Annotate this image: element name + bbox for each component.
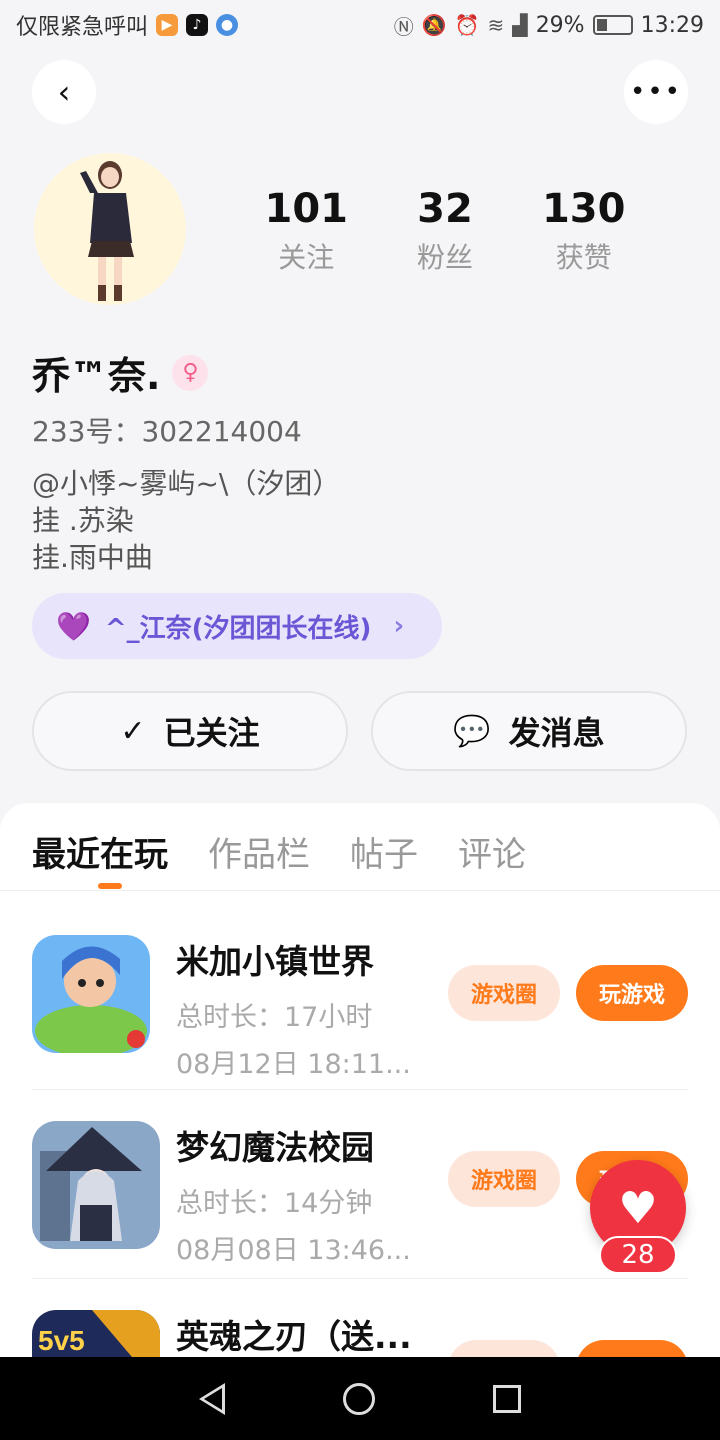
game-row[interactable]: 梦幻魔法校园 总时长：14分钟 08月08日 13:46... 游戏圈 玩游戏 xyxy=(32,1121,688,1267)
tab-posts[interactable]: 帖子 xyxy=(350,827,418,890)
play-game-button[interactable]: 玩游戏 xyxy=(576,965,688,1021)
bio-line: @小悸~雾屿~\（汐团） xyxy=(32,467,341,500)
tab-works[interactable]: 作品栏 xyxy=(208,827,310,890)
checkmark-icon: ✓ xyxy=(120,713,146,749)
stat-value: 101 xyxy=(264,186,348,232)
divider xyxy=(32,1089,688,1090)
tab-indicator xyxy=(98,883,122,889)
game-title: 英魂之刃（送... xyxy=(176,1317,412,1356)
female-gender-icon: ♀ xyxy=(172,354,209,391)
user-name: 乔™奈. xyxy=(32,354,161,398)
stat-followers[interactable]: 32 粉丝 xyxy=(417,186,473,276)
content-card: 最近在玩 作品栏 帖子 评论 米加小镇世界 总时长：17小时 08月12日 18… xyxy=(0,803,720,1440)
system-nav-bar xyxy=(0,1357,720,1440)
battery-percent: 29% xyxy=(535,12,585,38)
wifi-icon: ≋ xyxy=(487,13,505,37)
stat-likes[interactable]: 130 获赞 xyxy=(542,186,626,276)
double-heart-icon: 💜 xyxy=(56,609,91,643)
name-row: 乔™奈. ♀ xyxy=(32,345,209,400)
user-bio: @小悸~雾屿~\（汐团） 挂 .苏染 挂.雨中曲 xyxy=(32,465,340,576)
tab-comments[interactable]: 评论 xyxy=(458,827,526,890)
game-duration: 总时长：17小时 xyxy=(176,1002,373,1033)
more-options-button[interactable]: ••• xyxy=(624,60,688,124)
stat-label: 获赞 xyxy=(555,241,612,274)
nav-home-icon[interactable] xyxy=(343,1382,375,1415)
game-info: 梦幻魔法校园 总时长：14分钟 08月08日 13:46... xyxy=(176,1121,426,1267)
game-duration: 总时长：14分钟 xyxy=(176,1188,373,1219)
signal-icon: ▟ xyxy=(512,13,528,37)
game-title: 梦幻魔法校园 xyxy=(176,1128,374,1167)
battery-icon xyxy=(592,15,633,35)
game-circle-button[interactable]: 游戏圈 xyxy=(448,1151,560,1207)
game-title: 米加小镇世界 xyxy=(176,942,374,981)
avatar[interactable] xyxy=(34,153,186,305)
browser-icon: ● xyxy=(216,14,239,36)
game-row[interactable]: 米加小镇世界 总时长：17小时 08月12日 18:11... 游戏圈 玩游戏 xyxy=(32,935,688,1081)
alarm-icon: ⏰ xyxy=(454,13,480,37)
chevron-left-icon: ‹ xyxy=(57,73,71,111)
tab-bar: 最近在玩 作品栏 帖子 评论 xyxy=(0,803,720,891)
bio-line: 挂 .苏染 xyxy=(32,504,134,537)
game-icon-miga[interactable] xyxy=(32,935,150,1053)
clock: 13:29 xyxy=(640,12,704,38)
send-message-button[interactable]: 💬 发消息 xyxy=(371,691,687,771)
stat-label: 关注 xyxy=(278,241,335,274)
tab-recent-played[interactable]: 最近在玩 xyxy=(32,827,168,890)
send-message-label: 发消息 xyxy=(508,714,605,752)
followed-label: 已关注 xyxy=(163,714,260,752)
nav-recents-icon[interactable] xyxy=(493,1384,521,1413)
game-last-played: 08月12日 18:11... xyxy=(176,1049,411,1080)
user-id: 233号：302214004 xyxy=(32,415,302,448)
game-icon-magic-school[interactable] xyxy=(32,1121,160,1249)
game-last-played: 08月08日 13:46... xyxy=(176,1235,411,1266)
like-count: 28 xyxy=(599,1236,677,1274)
status-bar: 仅限紧急呼叫 ▶ ♪ ● Ⓝ 🔕 ⏰ ≋ ▟ 29% 13:29 xyxy=(0,0,720,50)
profile-stats: 101 关注 32 粉丝 130 获赞 xyxy=(230,186,660,276)
team-chip[interactable]: 💜 ^_江奈(汐团团长在线) › xyxy=(32,593,442,659)
divider xyxy=(32,1278,688,1279)
nfc-icon: Ⓝ xyxy=(393,14,414,39)
carrier-text: 仅限紧急呼叫 xyxy=(16,15,149,40)
bio-line: 挂.雨中曲 xyxy=(32,541,153,574)
followed-button[interactable]: ✓ 已关注 xyxy=(32,691,348,771)
stat-label: 粉丝 xyxy=(416,241,473,274)
heart-icon: ♥ xyxy=(618,1182,658,1234)
game-info: 英魂之刃（送... xyxy=(176,1310,426,1358)
nav-back-icon[interactable] xyxy=(199,1382,225,1415)
mute-icon: 🔕 xyxy=(421,13,447,37)
tiktok-icon: ♪ xyxy=(186,14,209,36)
team-chip-label: ^_江奈(汐团团长在线) xyxy=(104,613,372,644)
game-circle-button[interactable]: 游戏圈 xyxy=(448,965,560,1021)
more-dots-icon: ••• xyxy=(629,77,682,107)
chat-bubble-icon: 💬 xyxy=(453,713,491,749)
stat-value: 32 xyxy=(417,186,473,232)
game-icon-text: 5v5 xyxy=(38,1325,85,1356)
game-info: 米加小镇世界 总时长：17小时 08月12日 18:11... xyxy=(176,935,426,1081)
back-button[interactable]: ‹ xyxy=(32,60,96,124)
chevron-right-icon: › xyxy=(393,611,405,641)
play-icon: ▶ xyxy=(156,14,179,36)
stat-value: 130 xyxy=(541,186,626,232)
stat-following[interactable]: 101 关注 xyxy=(264,186,348,276)
